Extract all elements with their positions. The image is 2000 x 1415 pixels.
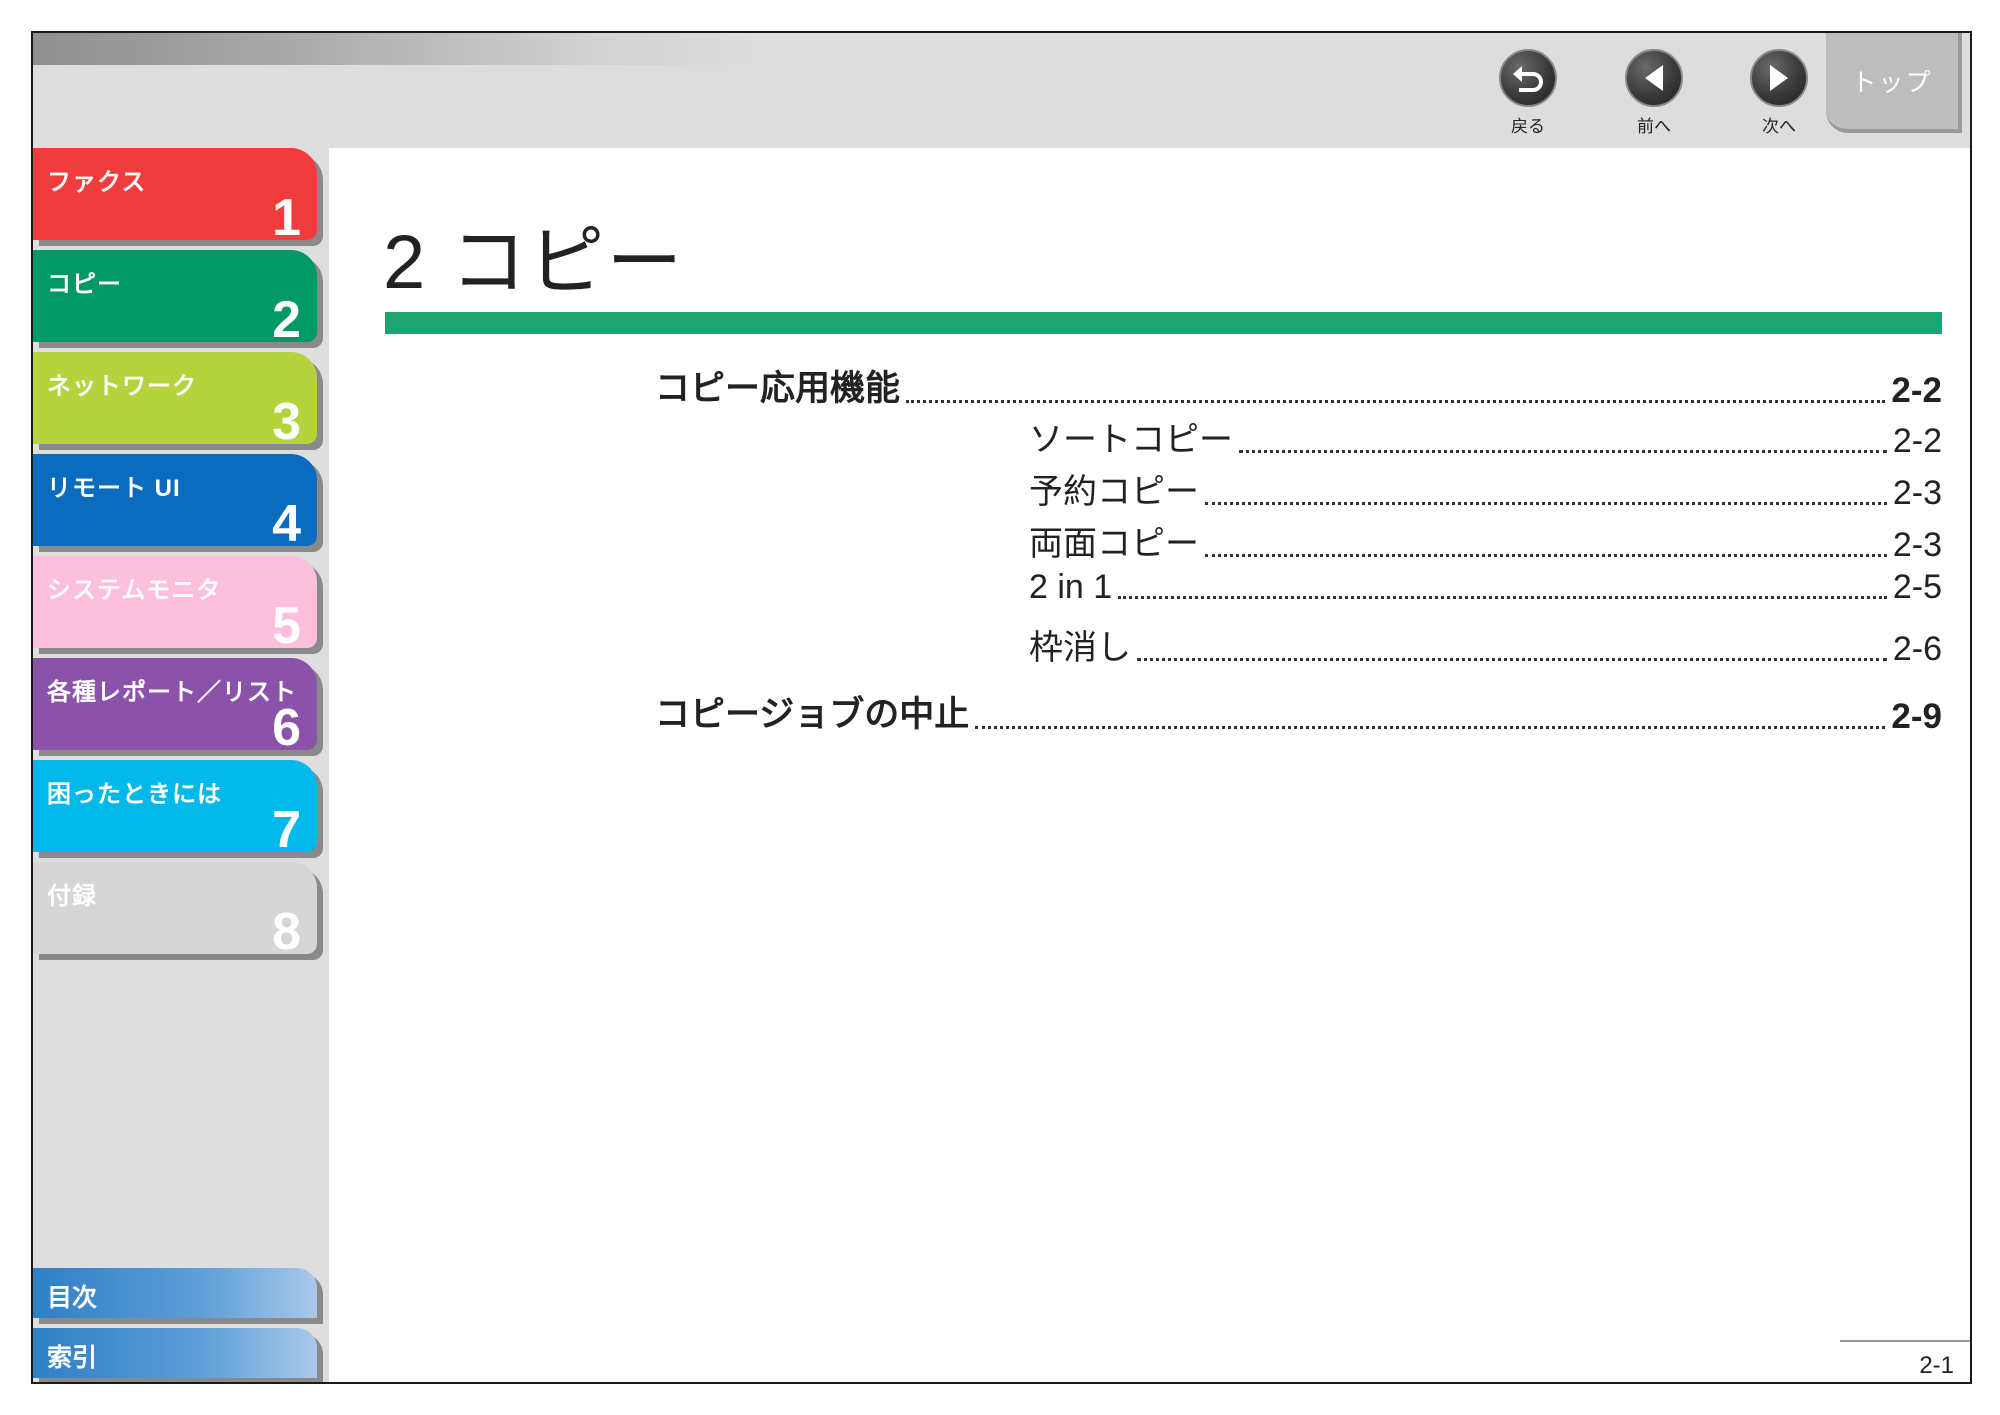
top-bar-gradient [33,33,753,65]
toc-entry-copy-advanced[interactable]: コピー応用機能 2-2 [655,360,1942,411]
page-number: 2-1 [1919,1352,1954,1379]
tab-number: 6 [272,699,301,757]
tab-label: コピー [47,271,122,298]
tab-number: 3 [272,393,301,451]
tab-index-label: 索引 [47,1344,98,1372]
tab-number: 1 [272,189,301,247]
back-button[interactable]: 戻る [1480,49,1576,141]
top-bar: 戻る 前へ 次へ トップ [33,33,1970,148]
toc-entry-page: 2-5 [1892,568,1942,606]
tab-label: ネットワーク [47,373,197,400]
tab-label: システムモニタ [47,577,222,604]
tab-number: 2 [272,291,301,349]
toc-entry-page: 2-6 [1892,630,1942,668]
tab-number: 8 [272,903,301,961]
toc-entry-reserve-copy[interactable]: 予約コピー 2-3 [1029,464,1942,513]
tab-troubleshooting[interactable]: 困ったときには 7 [33,760,317,856]
tab-fax[interactable]: ファクス 1 [33,148,317,244]
toc-entry-label: 両面コピー [1029,525,1199,563]
footer-divider [1840,1340,1970,1342]
toc-entry-label: ソートコピー [1029,421,1233,459]
toc-leader-dots [906,400,1886,403]
page-title: 2 コピー [383,220,685,305]
tab-label: 付録 [47,883,97,910]
toc-entry-label: 枠消し [1029,629,1131,667]
tab-system-monitor[interactable]: システムモニタ 5 [33,556,317,652]
triangle-right-icon [1750,49,1808,107]
tab-appendix[interactable]: 付録 8 [33,862,317,958]
toc-entry-frame-erase[interactable]: 枠消し 2-6 [1029,620,1942,669]
tab-number: 4 [272,495,301,553]
previous-button[interactable]: 前へ [1606,49,1702,141]
toc-entry-duplex-copy[interactable]: 両面コピー 2-3 [1029,516,1942,565]
toc-leader-dots [975,726,1886,729]
toc-leader-dots [1118,596,1887,599]
tab-index[interactable]: 索引 [33,1328,317,1378]
tab-number: 7 [272,801,301,859]
toc-entry-page: 2-3 [1892,474,1942,512]
next-label: 次へ [1762,117,1796,137]
toc-entry-page: 2-2 [1892,422,1942,460]
tab-contents-label: 目次 [47,1284,98,1312]
previous-label: 前へ [1637,117,1671,137]
tab-contents[interactable]: 目次 [33,1268,317,1318]
tab-reports-lists[interactable]: 各種レポート／リスト 6 [33,658,317,754]
tab-copy[interactable]: コピー 2 [33,250,317,346]
toc-entry-sort-copy[interactable]: ソートコピー 2-2 [1029,412,1942,461]
back-arrow-icon [1499,49,1557,107]
toc-entry-label: 2 in 1 [1029,568,1113,606]
toc-entry-page: 2-2 [1891,371,1942,410]
tab-label: 困ったときには [47,781,222,808]
document-frame: 戻る 前へ 次へ トップ ファクス 1 コピー 2 ネットワーク 3 リモート … [31,31,1972,1384]
toc-entry-label: コピー応用機能 [655,369,901,408]
tab-network[interactable]: ネットワーク 3 [33,352,317,448]
main-content: 2 コピー コピー応用機能 2-2 ソートコピー 2-2 予約コピー 2-3 両… [329,148,1970,1382]
tab-number: 5 [272,597,301,655]
toc-entry-label: 予約コピー [1029,473,1199,511]
toc-leader-dots [1137,658,1887,661]
toc-entry-page: 2-3 [1892,526,1942,564]
toc-leader-dots [1205,554,1887,557]
sidebar: ファクス 1 コピー 2 ネットワーク 3 リモート UI 4 システムモニタ … [33,148,329,1382]
toc-entry-page: 2-9 [1891,697,1942,736]
toc-leader-dots [1239,450,1887,453]
tab-remote-ui[interactable]: リモート UI 4 [33,454,317,550]
tab-label: リモート UI [47,475,181,502]
top-page-button[interactable]: トップ [1826,33,1962,133]
title-underline [385,312,1942,334]
toc-leader-dots [1205,502,1887,505]
toc-entry-2in1[interactable]: 2 in 1 2-5 [1029,568,1942,607]
next-button[interactable]: 次へ [1731,49,1827,141]
toc-entry-cancel-copy-job[interactable]: コピージョブの中止 2-9 [655,686,1942,737]
tab-label: 各種レポート／リスト [47,679,297,706]
tab-label: ファクス [47,169,147,196]
triangle-left-icon [1625,49,1683,107]
back-label: 戻る [1511,117,1545,137]
toc-entry-label: コピージョブの中止 [655,695,970,734]
